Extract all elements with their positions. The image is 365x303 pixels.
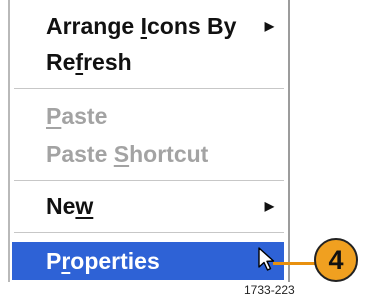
menu-item-label: aste <box>61 103 108 129</box>
menu-item-label: Re <box>46 49 76 75</box>
menu-item-properties[interactable]: Properties <box>12 242 284 280</box>
menu-item-new[interactable]: New ▶ <box>10 188 288 224</box>
menu-item-arrange-icons-by[interactable]: Arrange Icons By ▶ <box>10 8 288 44</box>
menu-item-accelerator: w <box>75 193 94 219</box>
submenu-arrow-icon: ▶ <box>264 199 274 213</box>
menu-separator <box>14 88 284 89</box>
menu-item-refresh[interactable]: Refresh <box>10 44 288 80</box>
mouse-pointer-icon <box>258 247 275 271</box>
menu-item-paste: Paste <box>10 98 288 134</box>
menu-separator <box>14 232 284 233</box>
step-callout-badge: 4 <box>314 238 358 282</box>
menu-item-accelerator: P <box>46 103 62 129</box>
menu-separator <box>14 180 284 181</box>
figure-id-label: 1733-223 <box>244 283 295 297</box>
menu-item-label: operties <box>70 248 160 274</box>
menu-item-accelerator: f <box>75 49 84 75</box>
submenu-arrow-icon: ▶ <box>264 19 274 33</box>
menu-item-label: hortcut <box>129 141 209 167</box>
menu-item-accelerator: r <box>61 248 71 274</box>
menu-item-label: Paste <box>46 141 114 167</box>
menu-item-accelerator: S <box>113 141 130 167</box>
menu-item-label: P <box>46 248 62 274</box>
menu-item-label: resh <box>83 49 132 75</box>
menu-item-label: Arrange <box>46 13 141 39</box>
menu-item-paste-shortcut: Paste Shortcut <box>10 136 288 172</box>
menu-item-label: cons By <box>146 13 237 39</box>
callout-connector <box>273 262 318 265</box>
context-menu: Arrange Icons By ▶ Refresh Paste Paste S… <box>8 0 290 282</box>
menu-item-label: Ne <box>46 193 76 219</box>
